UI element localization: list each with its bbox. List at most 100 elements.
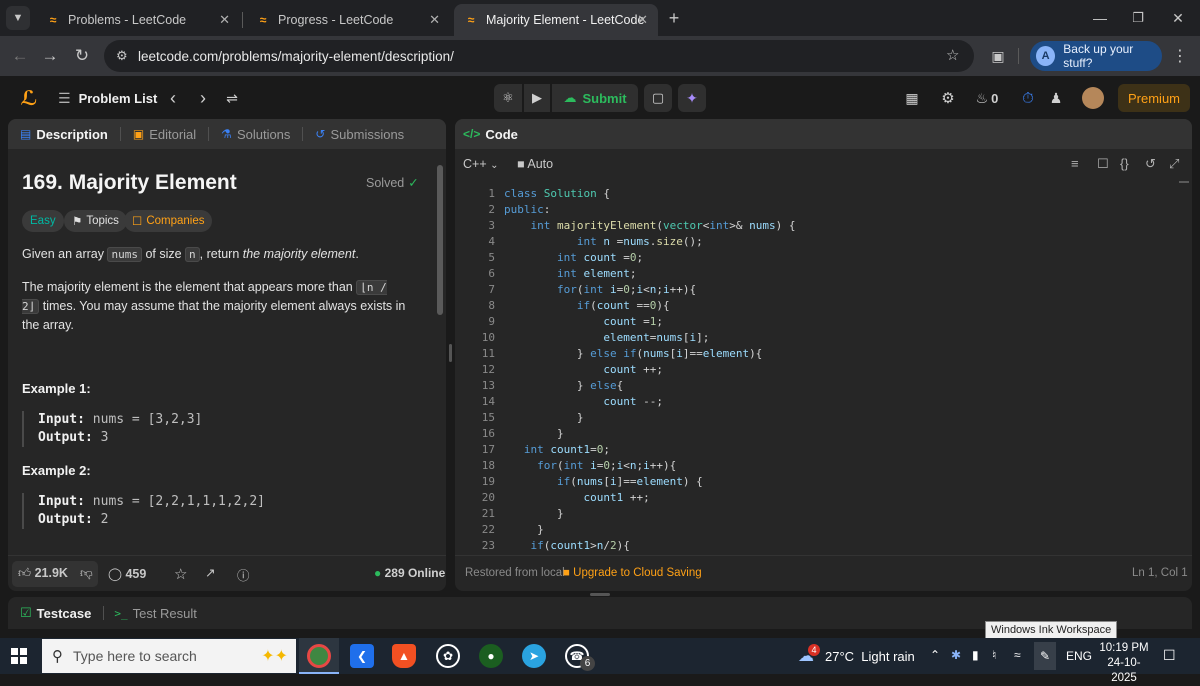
restore-window-icon[interactable]: ❐ <box>1126 6 1150 30</box>
forward-arrow-icon[interactable]: → <box>38 44 62 68</box>
code-editor[interactable]: 1 class Solution { 2 public: 3 int majorit… <box>455 183 1175 555</box>
minimize-window-icon[interactable]: — <box>1088 6 1112 30</box>
lock-icon: ■ <box>563 567 570 579</box>
whatsapp-badge: 6 <box>580 656 595 671</box>
tab-test-result[interactable]: >_ Test Result <box>114 606 197 621</box>
code-line: } <box>504 523 544 536</box>
thumbs-down-icon[interactable]: 👎︎ <box>80 566 93 581</box>
horizontal-resize-handle[interactable] <box>590 593 610 596</box>
tab-majority-element[interactable]: ≈ Majority Element - LeetCode ✕ <box>454 4 658 36</box>
close-window-icon[interactable]: ✕ <box>1166 6 1190 30</box>
settings-gear-icon[interactable]: ⚙ <box>936 84 960 112</box>
like-button[interactable]: 👍︎ 21.9K <box>18 566 68 581</box>
weather-widget[interactable]: 27°C Light rain <box>825 649 915 664</box>
description-panel-tabs: ▤ Description ▣ Editorial ⚗ Solutions ↺ Subm… <box>8 119 446 149</box>
help-icon[interactable]: ⓘ <box>237 565 250 584</box>
site-info-icon[interactable]: ⚙ <box>116 48 128 64</box>
user-avatar[interactable] <box>1082 87 1104 109</box>
prev-problem-icon[interactable]: ‹ <box>162 84 184 112</box>
back-arrow-icon[interactable]: ← <box>8 44 32 68</box>
braces-icon[interactable]: {} <box>1120 156 1129 171</box>
add-friend-icon[interactable]: ♟ <box>1044 84 1068 112</box>
timer-icon[interactable]: ⏱ <box>1016 84 1040 112</box>
browser-menu-icon[interactable]: ⋮ <box>1168 44 1192 68</box>
description-scrollbar[interactable] <box>437 153 443 553</box>
profile-backup-button[interactable]: A Back up your stuff? <box>1030 41 1162 71</box>
extensions-puzzle-icon[interactable]: ▣ <box>986 44 1010 68</box>
url-text: leetcode.com/problems/majority-element/d… <box>138 49 454 64</box>
ai-sparkle-icon[interactable]: ✦ <box>678 84 706 112</box>
tab-search-chevron-icon[interactable]: ▼ <box>6 6 30 30</box>
notifications-icon[interactable]: ☐ <box>1163 647 1176 664</box>
tray-chevron-up-icon[interactable]: ⌃ <box>930 648 940 662</box>
taskbar-search[interactable]: ⚲ Type here to search ✦✦ <box>42 639 296 673</box>
tab-divider <box>208 127 210 141</box>
upgrade-cloud-link[interactable]: ■ Upgrade to Cloud Saving <box>563 567 702 579</box>
input-language[interactable]: ENG <box>1066 649 1092 663</box>
shuffle-icon[interactable]: ⇌ <box>220 84 244 112</box>
line-number: 14 <box>481 395 495 408</box>
layout-grid-icon[interactable]: ▦ <box>900 84 924 112</box>
share-icon[interactable]: ↗ <box>205 565 215 580</box>
line-number: 8 <box>488 299 495 312</box>
line-number: 20 <box>481 491 495 504</box>
tab-submissions[interactable]: ↺ Submissions <box>315 127 404 142</box>
scrollbar-thumb[interactable] <box>437 165 443 315</box>
line-number: 17 <box>481 443 495 456</box>
address-bar[interactable]: ⚙ leetcode.com/problems/majority-element… <box>104 40 974 72</box>
new-tab-plus-icon[interactable]: + <box>662 6 686 30</box>
close-tab-icon[interactable]: ✕ <box>637 12 648 28</box>
vertical-resize-handle[interactable] <box>449 344 452 362</box>
brave-icon[interactable]: ▲ <box>392 644 416 668</box>
streak-counter[interactable]: ♨ 0 <box>970 84 1004 112</box>
tab-testcase[interactable]: ☑ Testcase <box>20 605 91 621</box>
leetcode-favicon-icon: ≈ <box>259 13 267 27</box>
windows-ink-pen-icon[interactable]: ✎ <box>1034 642 1056 670</box>
windows-taskbar: ⚲ Type here to search ✦✦ ❮ ▲ ✿ ● ➤ ☎ 6 ☁… <box>0 638 1200 684</box>
bluetooth-icon[interactable]: ✱ <box>951 648 961 662</box>
format-icon[interactable]: ≡ <box>1071 156 1079 171</box>
code-scrollbar-thumb[interactable] <box>1179 181 1189 183</box>
topics-chip[interactable]: ⚑ Topics <box>64 210 127 232</box>
favorite-star-icon[interactable]: ☆ <box>174 565 187 583</box>
debug-bug-icon[interactable]: ⚛ <box>494 84 522 112</box>
battery-icon[interactable]: ▮ <box>972 648 979 662</box>
tab-problems[interactable]: ≈ Problems - LeetCode ✕ <box>36 4 240 36</box>
vscode-icon[interactable]: ❮ <box>350 644 374 668</box>
expand-icon[interactable]: ⤢ <box>1169 156 1179 172</box>
tab-progress[interactable]: ≈ Progress - LeetCode ✕ <box>246 4 450 36</box>
mongodb-icon[interactable]: ● <box>479 644 503 668</box>
code-line: if(count ==0){ <box>576 299 670 312</box>
online-dot-icon: ● <box>374 566 382 580</box>
clock[interactable]: 10:19 PM 24-10-2025 <box>1096 641 1152 686</box>
volume-muted-icon[interactable]: ♮ <box>992 648 996 662</box>
notes-icon[interactable]: ▢ <box>644 84 672 112</box>
tab-solutions[interactable]: ⚗ Solutions <box>221 127 290 142</box>
tab-description[interactable]: ▤ Description <box>20 127 108 142</box>
language-select[interactable]: C++ ⌄ <box>463 157 499 171</box>
next-problem-icon[interactable]: › <box>192 84 214 112</box>
tooltip: Windows Ink Workspace <box>985 621 1118 639</box>
wifi-icon[interactable]: ≈ <box>1014 648 1021 662</box>
run-play-icon[interactable]: ▶ <box>524 84 550 112</box>
premium-button[interactable]: Premium <box>1118 84 1190 112</box>
reset-icon[interactable]: ↺ <box>1145 156 1156 172</box>
submit-button[interactable]: ☁ Submit <box>552 84 638 112</box>
problem-list-button[interactable]: ☰ Problem List <box>58 84 158 112</box>
close-tab-icon[interactable]: ✕ <box>219 12 230 28</box>
close-tab-icon[interactable]: ✕ <box>429 12 440 28</box>
bookmark-star-icon[interactable]: ☆ <box>946 46 959 64</box>
companies-chip[interactable]: ☐ Companies <box>124 210 213 232</box>
comments-button[interactable]: ◯ 459 <box>108 566 146 581</box>
check-circle-icon: ✓ <box>408 176 419 190</box>
windows-start-icon[interactable] <box>11 648 27 664</box>
tab-editorial[interactable]: ▣ Editorial <box>133 127 196 142</box>
reload-icon[interactable]: ↻ <box>70 44 94 68</box>
code-tab[interactable]: </> Code <box>463 127 518 142</box>
auto-mode[interactable]: ■ Auto <box>517 157 553 171</box>
bookmark-icon[interactable]: ☐ <box>1097 156 1109 172</box>
line-number: 3 <box>488 219 495 232</box>
leetcode-logo-icon[interactable]: ℒ <box>16 84 42 112</box>
telegram-icon[interactable]: ➤ <box>522 644 546 668</box>
chatgpt-icon[interactable]: ✿ <box>436 644 460 668</box>
